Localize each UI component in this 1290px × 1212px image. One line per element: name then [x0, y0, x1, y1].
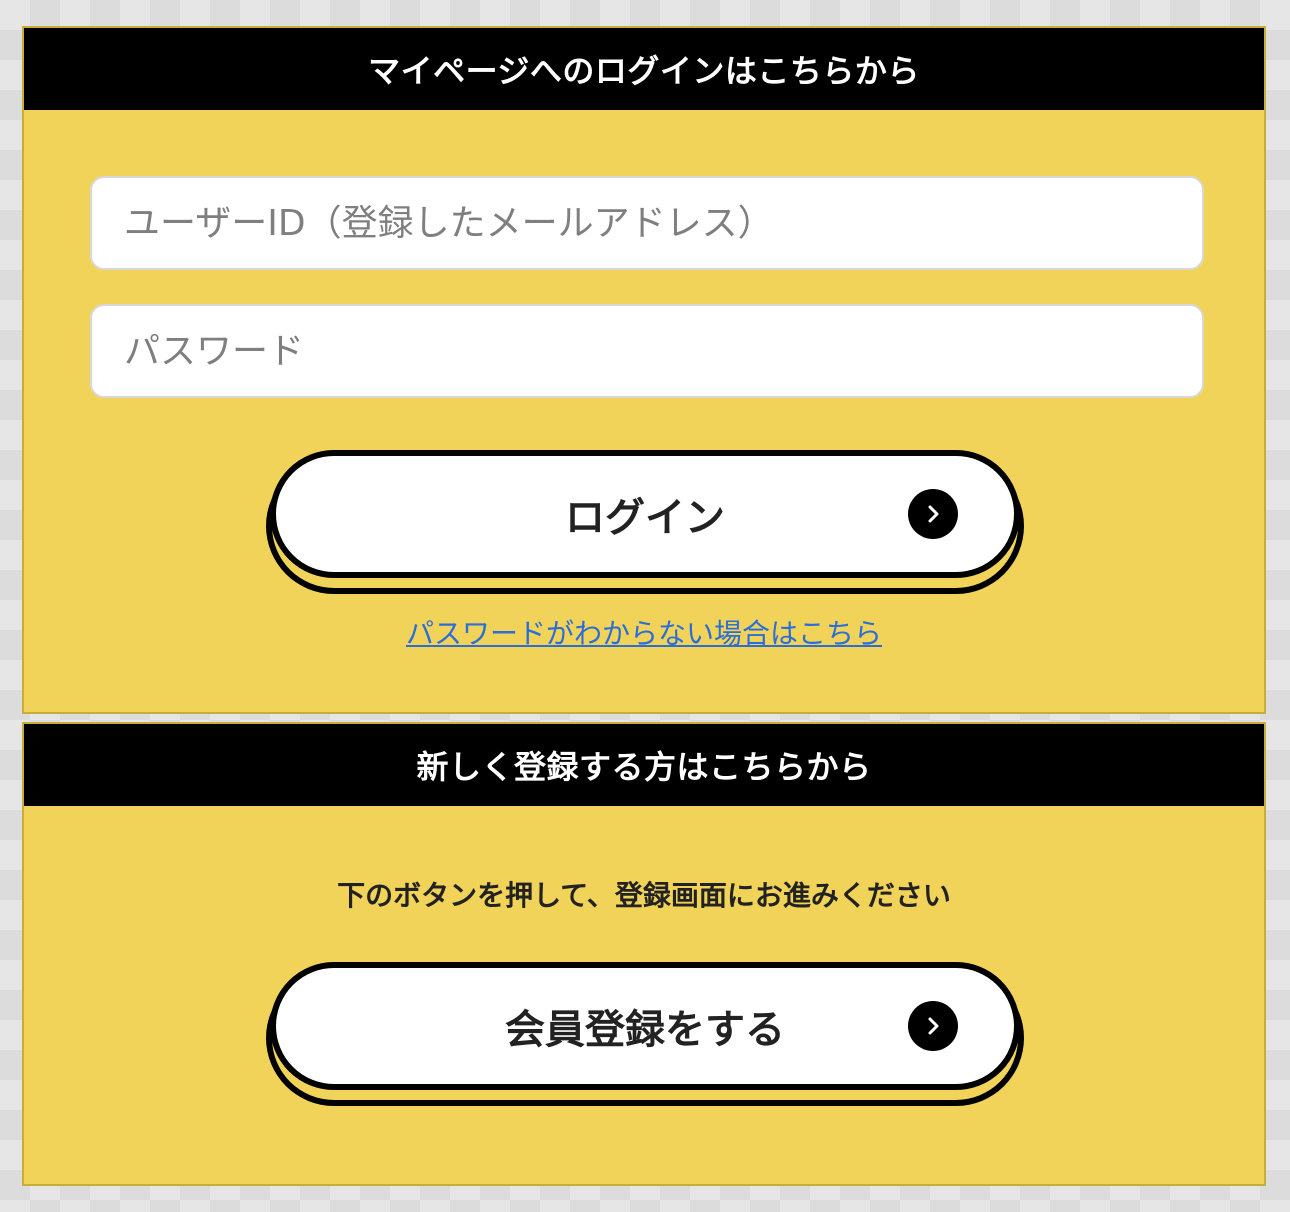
register-button-label: 会員登録をする: [505, 1007, 785, 1053]
register-button[interactable]: 会員登録をする: [270, 962, 1020, 1090]
password-input[interactable]: [90, 304, 1204, 398]
forgot-password-link[interactable]: パスワードがわからない場合はこちら: [24, 612, 1264, 652]
login-button[interactable]: ログイン: [270, 450, 1020, 578]
login-panel-header: マイページへのログインはこちらから: [24, 28, 1264, 110]
userid-input[interactable]: [90, 176, 1204, 270]
chevron-right-circle-icon: [908, 1001, 958, 1051]
register-panel-header: 新しく登録する方はこちらから: [24, 724, 1264, 806]
chevron-right-circle-icon: [908, 489, 958, 539]
register-description: 下のボタンを押して、登録画面にお進みください: [337, 879, 951, 912]
login-button-label: ログイン: [565, 495, 725, 541]
login-panel: マイページへのログインはこちらから ログイン パスワードがわからない場合はこちら: [22, 26, 1266, 714]
register-panel: 新しく登録する方はこちらから 下のボタンを押して、登録画面にお進みください 会員…: [22, 722, 1266, 1186]
